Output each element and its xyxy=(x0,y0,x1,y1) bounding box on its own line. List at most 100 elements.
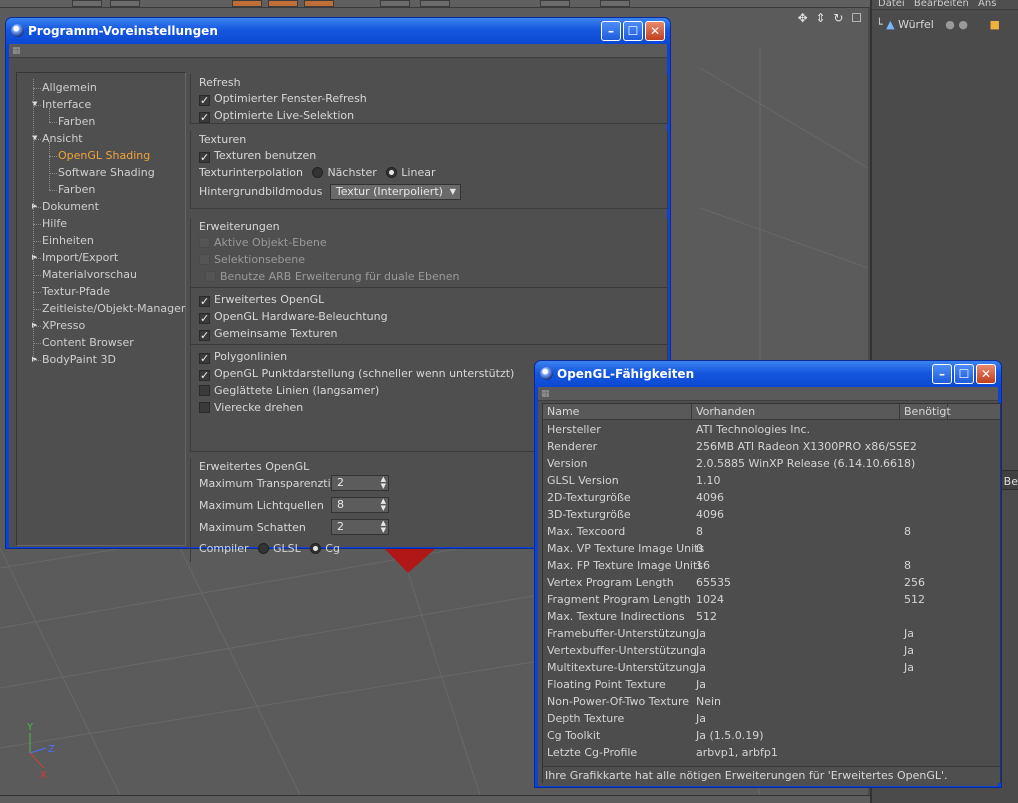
tree-item[interactable]: Einheiten xyxy=(42,232,94,249)
opengl-titlebar[interactable]: OpenGL-Fähigkeiten – ☐ ✕ xyxy=(535,361,1001,387)
grip-handle[interactable]: ▦ xyxy=(538,387,998,401)
tree-item[interactable]: Materialvorschau xyxy=(42,266,137,283)
tree-item[interactable]: Hilfe xyxy=(42,215,67,232)
checkmark-icon[interactable]: ✓ xyxy=(199,370,210,381)
checkmark-icon[interactable]: ✓ xyxy=(199,353,210,364)
table-row[interactable]: Max. VP Texture Image Units 0 xyxy=(543,540,1000,557)
close-button[interactable]: ✕ xyxy=(976,364,996,384)
tree-item[interactable]: ▶ Dokument xyxy=(32,198,99,215)
tag-icon[interactable]: ■ xyxy=(990,18,1000,31)
minimize-button[interactable]: – xyxy=(601,21,621,41)
table-row[interactable]: Non-Power-Of-Two Texture Nein xyxy=(543,693,1000,710)
tree-item[interactable]: Zeitleiste/Objekt-Manager xyxy=(42,300,185,317)
checkbox-live-selection[interactable]: ✓ Optimierte Live-Selektion xyxy=(199,107,354,124)
radio-linear[interactable] xyxy=(386,167,398,178)
close-button[interactable]: ✕ xyxy=(645,21,665,41)
column-header-available[interactable]: Vorhanden xyxy=(692,404,900,420)
checkbox-enhanced-opengl[interactable]: ✓ Erweitertes OpenGL xyxy=(199,291,324,308)
table-row[interactable]: 3D-Texturgröße 4096 xyxy=(543,506,1000,523)
tree-item[interactable]: Allgemein xyxy=(42,79,97,96)
max-transparency-stepper[interactable]: 2 ▲ ▼ xyxy=(331,475,389,491)
table-row[interactable]: Renderer 256MB ATI Radeon X1300PRO x86/SS… xyxy=(543,438,1000,455)
checkbox-arb-extension[interactable]: Benutze ARB Erweiterung für duale Ebenen xyxy=(205,268,459,285)
grip-handle[interactable]: ▦ xyxy=(9,44,667,58)
table-row[interactable]: Depth Texture Ja xyxy=(543,710,1000,727)
table-row[interactable]: Multitexture-Unterstützung Ja Ja xyxy=(543,659,1000,676)
toolbar-button[interactable] xyxy=(540,0,570,7)
tree-item[interactable]: ▶ Import/Export xyxy=(32,249,118,266)
checkbox-rotate-quads[interactable]: Vierecke drehen xyxy=(199,399,303,416)
table-row[interactable]: Max. Texture Indirections 512 xyxy=(543,608,1000,625)
object-row[interactable]: └ ▲ Würfel ● ● ■ xyxy=(876,18,1016,34)
checkmark-icon[interactable]: ✓ xyxy=(199,313,210,324)
checkmark-icon[interactable]: ✓ xyxy=(199,152,210,163)
radio-nearest[interactable] xyxy=(312,167,324,178)
toolbar-button[interactable] xyxy=(72,0,102,7)
minimize-button[interactable]: – xyxy=(932,364,952,384)
maximize-button[interactable]: ☐ xyxy=(623,21,643,41)
viewport-nav-icons[interactable]: ✥ ⇕ ↻ ☐ xyxy=(798,11,864,25)
tree-item[interactable]: Textur-Pfade xyxy=(42,283,110,300)
checkbox-point-rendering[interactable]: ✓ OpenGL Punktdarstellung (schneller wenn… xyxy=(199,365,514,382)
table-row[interactable]: Hersteller ATI Technologies Inc. xyxy=(543,421,1000,438)
cell-required: 8 xyxy=(904,559,911,572)
checkmark-icon[interactable]: ✓ xyxy=(199,112,210,123)
menu-view[interactable]: Ans xyxy=(978,0,996,9)
table-row[interactable]: Cg Toolkit Ja (1.5.0.19) xyxy=(543,727,1000,744)
checkbox-shared-textures[interactable]: ✓ Gemeinsame Texturen xyxy=(199,325,338,342)
visibility-dot-icon[interactable]: ● xyxy=(945,18,955,31)
background-mode-dropdown[interactable]: Textur (Interpoliert) ▼ xyxy=(329,184,461,200)
checkbox-active-object-layer[interactable]: Aktive Objekt-Ebene xyxy=(199,234,327,251)
checkbox-use-textures[interactable]: ✓ Texturen benutzen xyxy=(199,147,316,164)
table-row[interactable]: Floating Point Texture Ja xyxy=(543,676,1000,693)
column-header-name[interactable]: Name xyxy=(543,404,692,420)
toolbar-button[interactable] xyxy=(268,0,298,7)
column-header-required[interactable]: Benötigt xyxy=(900,404,951,420)
toolbar-button[interactable] xyxy=(420,0,450,7)
checkbox-polygon-lines[interactable]: ✓ Polygonlinien xyxy=(199,348,287,365)
tree-item[interactable]: Farben xyxy=(58,113,95,130)
table-row[interactable]: Vertexbuffer-Unterstützung Ja Ja xyxy=(543,642,1000,659)
table-row[interactable]: Letzte Cg-Profile arbvp1, arbfp1 xyxy=(543,744,1000,761)
menu-file[interactable]: Datei xyxy=(878,0,905,9)
checkmark-icon[interactable]: ✓ xyxy=(199,95,210,106)
table-row[interactable]: Max. FP Texture Image Units 16 8 xyxy=(543,557,1000,574)
maximize-button[interactable]: ☐ xyxy=(954,364,974,384)
attribute-menu-label[interactable]: Be xyxy=(1004,475,1018,488)
toolbar-button[interactable] xyxy=(304,0,334,7)
checkmark-icon[interactable]: ✓ xyxy=(199,296,210,307)
stepper-arrows-icon[interactable]: ▲ ▼ xyxy=(381,520,386,534)
tree-item[interactable]: Software Shading xyxy=(58,164,155,181)
checkbox-hardware-lighting[interactable]: ✓ OpenGL Hardware-Beleuchtung xyxy=(199,308,388,325)
stepper-arrows-icon[interactable]: ▲ ▼ xyxy=(381,498,386,512)
checkbox-smooth-lines[interactable]: Geglättete Linien (langsamer) xyxy=(199,382,379,399)
cell-required: Ja xyxy=(904,627,914,640)
table-row[interactable]: GLSL Version 1.10 xyxy=(543,472,1000,489)
max-lights-stepper[interactable]: 8 ▲ ▼ xyxy=(331,497,389,513)
toolbar-button[interactable] xyxy=(600,0,630,7)
checkbox-window-refresh[interactable]: ✓ Optimierter Fenster-Refresh xyxy=(199,90,367,107)
table-row[interactable]: 2D-Texturgröße 4096 xyxy=(543,489,1000,506)
radio-glsl[interactable] xyxy=(258,543,270,554)
tree-item[interactable]: ▶ XPresso xyxy=(32,317,85,334)
tree-item[interactable]: Content Browser xyxy=(42,334,134,351)
max-shadows-stepper[interactable]: 2 ▲ ▼ xyxy=(331,519,389,535)
menu-edit[interactable]: Bearbeiten xyxy=(914,0,969,9)
table-row[interactable]: Framebuffer-Unterstützung Ja Ja xyxy=(543,625,1000,642)
table-row[interactable]: Max. Texcoord 8 8 xyxy=(543,523,1000,540)
toolbar-button[interactable] xyxy=(110,0,140,7)
preferences-titlebar[interactable]: Programm-Voreinstellungen – ☐ ✕ xyxy=(6,18,670,44)
table-row[interactable]: Fragment Program Length 1024 512 xyxy=(543,591,1000,608)
tree-item[interactable]: Farben xyxy=(58,181,95,198)
render-dot-icon[interactable]: ● xyxy=(958,18,968,31)
toolbar-button[interactable] xyxy=(232,0,262,7)
tree-item[interactable]: ▶ BodyPaint 3D xyxy=(32,351,116,368)
toolbar-button[interactable] xyxy=(380,0,410,7)
stepper-arrows-icon[interactable]: ▲ ▼ xyxy=(381,476,386,490)
radio-cg[interactable] xyxy=(310,543,322,554)
checkbox-selection-layer[interactable]: Selektionsebene xyxy=(199,251,305,268)
table-row[interactable]: Version 2.0.5885 WinXP Release (6.14.10.6… xyxy=(543,455,1000,472)
checkmark-icon[interactable]: ✓ xyxy=(199,330,210,341)
tree-item[interactable]: OpenGL Shading xyxy=(58,147,150,164)
table-row[interactable]: Vertex Program Length 65535 256 xyxy=(543,574,1000,591)
